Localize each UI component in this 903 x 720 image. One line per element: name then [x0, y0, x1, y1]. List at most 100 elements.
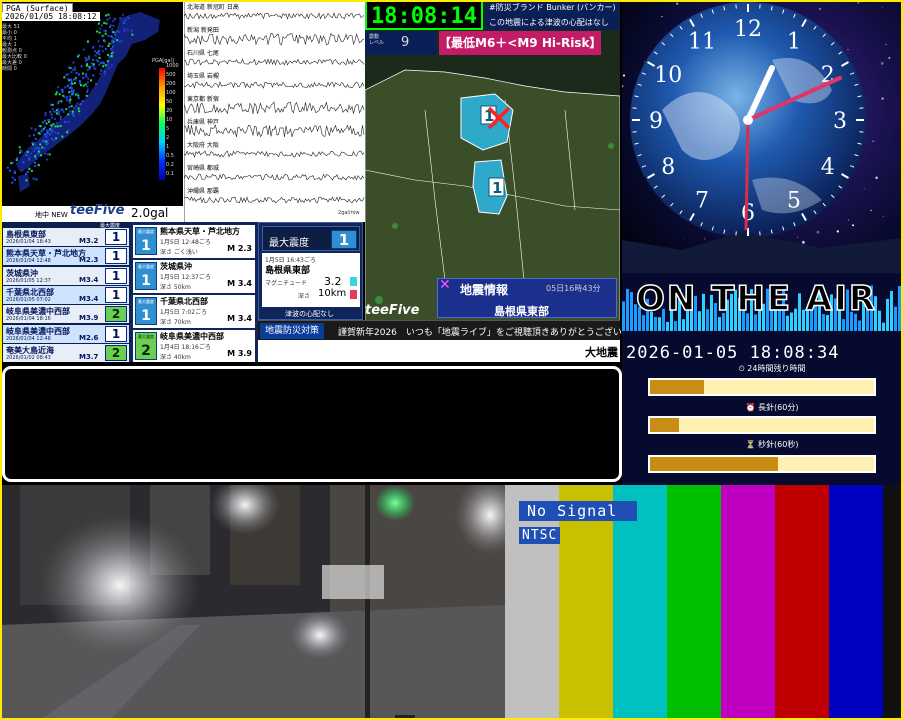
eq-date: 2026/01/04 18:16	[6, 316, 51, 323]
bunker-text: この地震による津波の心配はなし	[489, 18, 609, 27]
card-title: 千葉県北西部	[160, 297, 208, 306]
mag-value: 3.2	[324, 275, 342, 288]
analog-clock: 12 1234567891011	[622, 1, 903, 273]
magnitude: M3.4	[79, 275, 99, 284]
magnitude: M3.9	[79, 314, 99, 323]
magnitude: M3.4	[79, 294, 99, 303]
eq-date: 2026/01/04 18:43	[6, 239, 51, 245]
pga-timestamp: 2026/01/05 18:08:12	[2, 12, 100, 21]
station-label: 新潟 新発田	[187, 27, 219, 34]
sub-ticker-text: 大地震	[585, 346, 618, 359]
scale-tick: 1	[166, 144, 170, 150]
list-item: 熊本県天草・芦北地方 2026/01/04 12:48 M2.3 1	[3, 247, 129, 266]
list-item: 奄美大島近海 2026/01/02 08:43 M3.7 2	[3, 343, 129, 362]
scale-tick: 10	[166, 117, 173, 123]
card-depth: 深さ ごく浅い	[160, 249, 198, 256]
second-hand	[744, 119, 750, 231]
epicenter-map-panel: 1 1 18:08:14 #防災ブランド Bunker (バンカー) この地震に…	[365, 0, 620, 362]
magnitude: M3.7	[79, 352, 99, 361]
tsunami-status: 津波の心配なし	[285, 310, 334, 318]
caption-panel	[2, 366, 622, 482]
clock-numeral: 8	[661, 155, 675, 180]
mag-label: マグニチュード	[265, 280, 308, 287]
card-intensity: 最大震度 1	[135, 227, 157, 255]
second-hand-bar	[648, 455, 876, 473]
pga-color-scale	[159, 68, 165, 180]
list-item: 島根県東部 2026/01/04 18:43 M3.2 1	[3, 228, 129, 246]
card-date: 1月5日 7:02ごろ	[160, 309, 208, 316]
eq-card: 最大震度 1 熊本県天草・芦北地方 1月5日 12:48ごろ 深さ ごく浅い M 2.3	[133, 225, 255, 258]
shake-level-value: 9	[401, 35, 410, 50]
eq-detail: 1月5日 16:43ごろ 島根県東部 マグニチュード 3.2 深さ 10km	[262, 253, 360, 307]
risk-banner: 【最低M6＋<M9 Hi-Risk】	[439, 31, 601, 55]
max-intensity-label: 最大震度	[269, 238, 309, 249]
scale-tick: 1000	[166, 63, 179, 69]
card-date: 1月4日 18:16ごろ	[160, 344, 211, 351]
eq-card: 最大震度 1 千葉県北西部 1月5日 7:02ごろ 深さ 70km M 3.4	[133, 295, 255, 328]
scale-tick: 0.5	[166, 153, 174, 159]
scale-tick: 100	[166, 90, 176, 96]
card-depth: 深さ 50km	[160, 284, 191, 291]
scale-tick: 2	[166, 135, 170, 141]
eq-info-place: 島根県東部	[494, 305, 549, 318]
eq-date: 2026/01/02 08:43	[6, 354, 51, 361]
clock-numeral: 10	[654, 63, 682, 88]
svg-text:1: 1	[492, 179, 502, 197]
digital-clock: 18:08:14	[365, 0, 483, 30]
scale-tick: 5	[166, 126, 170, 132]
on-air-title: ON THE AIR	[635, 278, 878, 320]
minute-hand-bar	[648, 416, 876, 434]
color-bar	[883, 485, 903, 720]
bunker-title: #防災ブランド Bunker (バンカー)	[489, 3, 616, 12]
brand-logo: teeFive	[365, 303, 420, 318]
news-ticker: 地震防災対策 謹賀新年2026 いつも「地震ライブ」をご視聴頂きありがとうござい…	[258, 320, 644, 340]
ticker-text: 謹賀新年2026 いつも「地震ライブ」をご視聴頂きありがとうございます!	[338, 328, 644, 338]
station-label: 大阪府 大阪	[187, 142, 219, 149]
japan-pga-map	[0, 0, 183, 206]
card-intensity: 最大震度 1	[135, 297, 157, 325]
scale-tick: 0.2	[166, 162, 174, 168]
intensity-history-list: 最大震度 島根県東部 2026/01/04 18:43 M3.2 1 熊本県天草・芦北地…	[0, 222, 130, 362]
card-intensity: 最大震度 1	[135, 262, 157, 290]
ticker-badge: 地震防災対策	[260, 323, 325, 339]
card-magnitude: M 3.4	[227, 279, 252, 288]
clock-numeral: 12	[734, 17, 762, 42]
earthquake-cards: 最大震度 1 熊本県天草・芦北地方 1月5日 12:48ごろ 深さ ごく浅い M 2.3 最…	[130, 222, 258, 362]
brand-logo: teeFive	[70, 203, 125, 218]
max-intensity-box: 最大震度 1	[262, 226, 360, 251]
pga-scale-ticks: 1000 500 200 100 50 20 10 5 2 1 0.5 0.2 0.1	[166, 62, 179, 179]
magnitude: M2.6	[79, 333, 99, 342]
station-label: 沖縄県 那覇	[187, 188, 219, 195]
clock-numeral: 3	[833, 109, 847, 134]
card-date: 1月5日 12:37ごろ	[160, 274, 211, 281]
clock-numeral: 7	[695, 189, 709, 214]
color-bar	[829, 485, 883, 720]
remaining-24h-bar	[648, 378, 876, 396]
intensity-badge: 1	[105, 325, 127, 342]
pga-map: PGA (Surface) 2026/01/05 18:08:12 最大 51 …	[0, 0, 183, 206]
list-item: 岐阜県美濃中西部 2026/01/04 12:48 M2.6 1	[3, 324, 129, 343]
depth-color-chip	[350, 290, 357, 299]
on-air-datetime: 2026-01-05 18:08:34	[626, 343, 840, 363]
intensity-badge: 2	[105, 306, 127, 323]
clock-numeral: 4	[821, 155, 835, 180]
color-bar	[775, 485, 829, 720]
shake-level-box: 震動 レベル 9	[365, 31, 437, 55]
clock-numeral: 9	[649, 109, 663, 134]
station-label: 石川県 七尾	[187, 50, 219, 57]
list-item: 千葉県北西部 2026/01/05 07:02 M3.4 1	[3, 285, 129, 304]
list-item: 茨城県沖 2026/01/05 12:37 M3.4 1	[3, 266, 129, 285]
eq-date: 2026/01/05 07:02	[6, 296, 51, 303]
scale-tick: 200	[166, 81, 176, 87]
card-magnitude: M 3.9	[227, 349, 252, 358]
minute-hand-label: ⏰ 長針(60分)	[745, 403, 799, 412]
card-intensity: 最大震度 2	[135, 332, 157, 360]
eq-info-date: 05日16時43分	[546, 284, 601, 293]
pga-value: 2.0gal	[131, 206, 169, 220]
card-depth: 深さ 70km	[160, 319, 191, 326]
station-label: 北海道 新冠町 日高	[187, 4, 239, 11]
remaining-24h-label: ⏲ 24時間残り時間	[738, 364, 806, 373]
ntsc-label: NTSC	[519, 527, 561, 544]
pga-legend: 最大 51 最小 0 平均 1 最大 1 観測点 0 最大比較 0 最大差 0 …	[2, 24, 27, 72]
intensity-badge: 1	[105, 248, 127, 265]
